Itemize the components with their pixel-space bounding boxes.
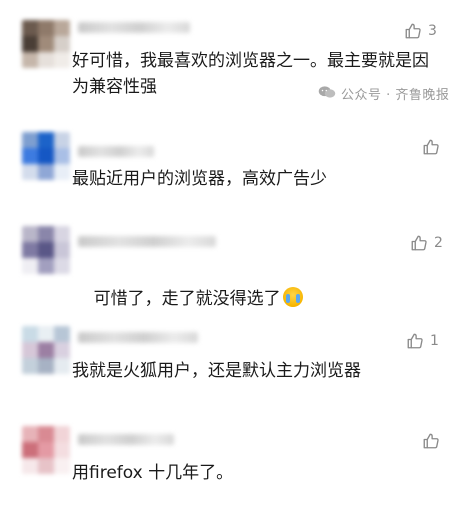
avatar-pixel <box>22 358 38 374</box>
like-count: 3 <box>428 23 437 39</box>
like-button[interactable]: 1 <box>406 332 439 350</box>
avatar-pixel <box>22 326 38 342</box>
avatar-pixel <box>38 20 54 36</box>
like-button[interactable]: 3 <box>404 22 437 40</box>
avatar-pixel <box>22 258 38 274</box>
comment-item: 1 我就是火狐用户，还是默认主力浏览器 <box>0 322 473 402</box>
avatar-pixel <box>22 242 38 258</box>
thumbs-up-icon <box>404 22 422 40</box>
comment-text: 最贴近用户的浏览器，高效广告少 <box>72 169 327 189</box>
thumbs-up-icon <box>422 138 440 156</box>
avatar-pixel <box>38 52 54 68</box>
avatar-pixel <box>54 458 70 474</box>
avatar-pixel <box>54 342 70 358</box>
avatar-pixel <box>38 426 54 442</box>
comment-item: 最贴近用户的浏览器，高效广告少 <box>0 128 473 208</box>
avatar-pixel <box>38 326 54 342</box>
avatar-pixel <box>54 148 70 164</box>
username-blurred <box>78 146 154 157</box>
avatar-pixel <box>22 442 38 458</box>
thumbs-up-icon <box>406 332 424 350</box>
like-button[interactable] <box>422 138 446 156</box>
comment-text: 用firefox 十几年了。 <box>72 463 234 483</box>
thumbs-up-icon <box>422 432 440 450</box>
avatar-pixel <box>22 20 38 36</box>
avatar-pixel <box>54 226 70 242</box>
avatar-pixel <box>38 132 54 148</box>
avatar[interactable] <box>22 132 70 180</box>
avatar-pixel <box>54 242 70 258</box>
avatar-pixel <box>38 358 54 374</box>
avatar[interactable] <box>22 226 70 274</box>
avatar-pixel <box>54 358 70 374</box>
avatar-pixel <box>38 148 54 164</box>
avatar-pixel <box>22 342 38 358</box>
avatar-pixel <box>54 258 70 274</box>
avatar-pixel <box>22 458 38 474</box>
like-button[interactable]: 2 <box>410 234 443 252</box>
comment-item: 2 可惜了，走了就没得选了 <box>0 224 473 309</box>
like-count: 2 <box>434 235 443 251</box>
comment-text-content: 可惜了，走了就没得选了 <box>93 289 281 309</box>
username-blurred <box>78 434 174 445</box>
avatar-pixel <box>54 132 70 148</box>
avatar-pixel <box>54 426 70 442</box>
avatar-pixel <box>54 164 70 180</box>
like-count: 1 <box>430 333 439 349</box>
avatar-pixel <box>54 52 70 68</box>
avatar-pixel <box>54 442 70 458</box>
avatar-pixel <box>22 132 38 148</box>
comment-item: 用firefox 十几年了。 <box>0 422 473 502</box>
avatar-pixel <box>22 52 38 68</box>
username-blurred <box>78 22 190 33</box>
avatar-pixel <box>22 426 38 442</box>
avatar-pixel <box>22 148 38 164</box>
username-blurred <box>78 332 198 343</box>
avatar-pixel <box>54 326 70 342</box>
avatar[interactable] <box>22 426 70 474</box>
avatar-pixel <box>38 258 54 274</box>
avatar[interactable] <box>22 326 70 374</box>
username-blurred <box>78 236 216 247</box>
avatar-pixel <box>38 36 54 52</box>
avatar-pixel <box>38 226 54 242</box>
avatar-pixel <box>38 458 54 474</box>
avatar-pixel <box>38 164 54 180</box>
avatar-pixel <box>54 20 70 36</box>
avatar-pixel <box>22 164 38 180</box>
comment-item: 3 好可惜，我最喜欢的浏览器之一。最主要就是因为兼容性强 <box>0 14 473 114</box>
avatar-pixel <box>38 442 54 458</box>
avatar-pixel <box>22 36 38 52</box>
comment-text: 好可惜，我最喜欢的浏览器之一。最主要就是因为兼容性强 <box>72 51 429 97</box>
avatar-pixel <box>22 226 38 242</box>
avatar-pixel <box>38 342 54 358</box>
crying-emoji-icon <box>282 287 303 307</box>
comment-text: 我就是火狐用户，还是默认主力浏览器 <box>72 361 361 381</box>
like-button[interactable] <box>422 432 446 450</box>
avatar-pixel <box>54 36 70 52</box>
thumbs-up-icon <box>410 234 428 252</box>
avatar[interactable] <box>22 20 70 68</box>
avatar-pixel <box>38 242 54 258</box>
